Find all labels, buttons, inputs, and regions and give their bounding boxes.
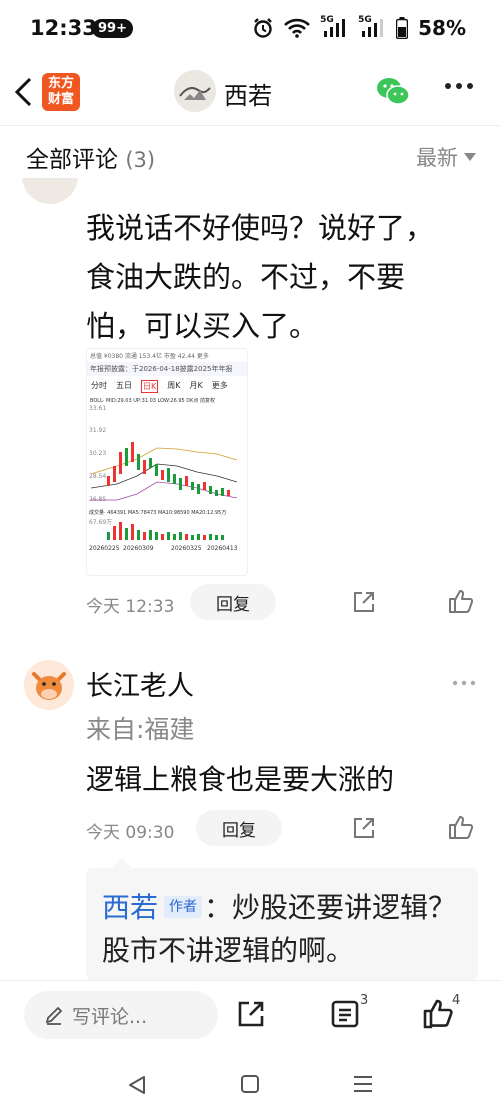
recent-apps-icon[interactable] <box>352 1074 374 1094</box>
logo-line-2: 财富 <box>47 92 74 107</box>
thumb-tab: 月K <box>189 381 203 390</box>
sort-label: 最新 <box>416 146 458 170</box>
top-header: 东方 财富 西若 <box>0 58 500 126</box>
comment-text: 逻辑上粮食也是要大涨的 <box>86 763 395 796</box>
commenter-name[interactable]: 长江老人 <box>86 664 194 703</box>
thumb-boll-line: BOLL· MID:29.03 UP:31.03 LOW:26.95 DK点 前… <box>90 398 216 404</box>
comment-timestamp: 今天 12:33 <box>86 597 175 617</box>
comments-count: (3) <box>125 148 156 172</box>
comment-count-badge: 3 <box>360 993 369 1008</box>
logo-line-1: 东方 <box>47 76 74 91</box>
reply-button[interactable]: 回复 <box>196 810 282 846</box>
nested-reply[interactable]: 西若 作者 ：炒股还要讲逻辑？股市不讲逻辑的啊。 <box>86 858 478 980</box>
like-thumbs-up-icon[interactable] <box>448 814 474 840</box>
thumb-y-label: 33.61 <box>89 405 106 412</box>
write-comment-placeholder: 写评论... <box>72 1005 148 1028</box>
thumb-volume-max: 67.69万 <box>89 519 112 526</box>
thumb-notice: 年报预披露：于2026-04-18披露2025年年报 <box>87 362 247 376</box>
thumb-volume-label: 成交量· 464391 MA5:78473 MA10:98590 MA20:12… <box>89 509 226 516</box>
clock: 12:33 <box>30 16 97 40</box>
more-options-icon[interactable] <box>444 82 474 90</box>
alarm-icon <box>254 18 272 38</box>
thumb-tab: 周K <box>167 381 181 390</box>
share-icon[interactable] <box>352 816 376 840</box>
thumb-tab: 五日 <box>116 381 132 390</box>
back-triangle-icon[interactable] <box>126 1074 148 1096</box>
thumb-stock-summary: 总值 ¥0380 流通 153.4亿 市盈 42.44 更多 <box>90 353 209 360</box>
comments-title: 全部评论 (3) <box>26 140 155 174</box>
author-avatar[interactable] <box>174 70 216 112</box>
signal-5g-icon: 5G <box>358 15 386 39</box>
thumb-date: 20260309 <box>123 545 154 552</box>
like-thumbs-up-icon[interactable] <box>448 588 474 614</box>
home-square-icon[interactable] <box>240 1074 260 1094</box>
notification-badge: 99+ <box>92 19 133 38</box>
comment-timestamp: 今天 09:30 <box>86 823 175 843</box>
more-options-icon[interactable] <box>452 680 476 686</box>
comment-text: 我说话不好使吗？说好了，食油大跌的。不过，不要怕，可以买入了。 <box>86 211 435 343</box>
bottom-action-bar: 写评论... 3 4 <box>0 980 500 1050</box>
like-count-badge: 4 <box>452 993 461 1008</box>
nested-reply-author[interactable]: 西若 <box>102 891 158 924</box>
thumb-period-tabs: 分时 五日 日K 周K 月K 更多 <box>87 376 247 397</box>
thumb-date: 20260325 <box>171 545 202 552</box>
wechat-share-icon[interactable] <box>376 76 410 106</box>
author-name[interactable]: 西若 <box>224 76 272 111</box>
commenter-avatar[interactable] <box>24 660 74 710</box>
status-icons: 5G 5G 58% <box>252 15 466 40</box>
eastmoney-logo[interactable]: 东方 财富 <box>42 73 80 111</box>
thumb-tab: 分时 <box>91 381 107 390</box>
comments-list-icon[interactable] <box>330 999 360 1029</box>
caret-down-icon <box>464 153 476 161</box>
author-tag-badge: 作者 <box>164 896 203 918</box>
reply-button[interactable]: 回复 <box>190 584 276 620</box>
thumb-kline-chart: 33.61 31.92 30.23 28.54 26.85 成交量· 46439… <box>89 405 238 552</box>
back-arrow-icon[interactable] <box>12 76 36 108</box>
system-navigation-bar <box>0 1050 500 1118</box>
status-bar: 12:33 99+ 5G 5G 58% <box>0 0 500 58</box>
pencil-icon <box>45 1006 63 1025</box>
thumb-y-label: 31.92 <box>89 427 106 434</box>
commenter-location: 来自:福建 <box>86 715 195 744</box>
battery-icon <box>396 17 409 39</box>
thumb-date: 20260413 <box>207 545 238 552</box>
stock-chart-screenshot[interactable]: 总值 ¥0380 流通 153.4亿 市盈 42.44 更多 年报预披露：于20… <box>86 348 248 576</box>
thumb-tab-active: 日K <box>141 380 159 393</box>
signal-5g-icon: 5G <box>320 15 348 39</box>
thumb-y-label: 30.23 <box>89 450 106 457</box>
thumb-y-label: 26.85 <box>89 496 106 503</box>
like-thumbs-up-icon[interactable] <box>422 997 454 1029</box>
battery-percent: 58% <box>418 16 466 40</box>
thumb-date: 20260225 <box>89 545 120 552</box>
write-comment-input[interactable]: 写评论... <box>24 991 218 1039</box>
wifi-icon <box>284 18 311 38</box>
share-icon[interactable] <box>236 999 266 1029</box>
nested-reply-content: 西若 作者 ：炒股还要讲逻辑？股市不讲逻辑的啊。 <box>102 886 462 972</box>
share-icon[interactable] <box>352 590 376 614</box>
thumb-tab: 更多 <box>211 381 228 390</box>
network-label: 5G <box>320 15 334 25</box>
sort-dropdown[interactable]: 最新 <box>416 142 476 172</box>
network-label: 5G <box>358 15 372 25</box>
comments-title-text: 全部评论 <box>26 147 118 173</box>
